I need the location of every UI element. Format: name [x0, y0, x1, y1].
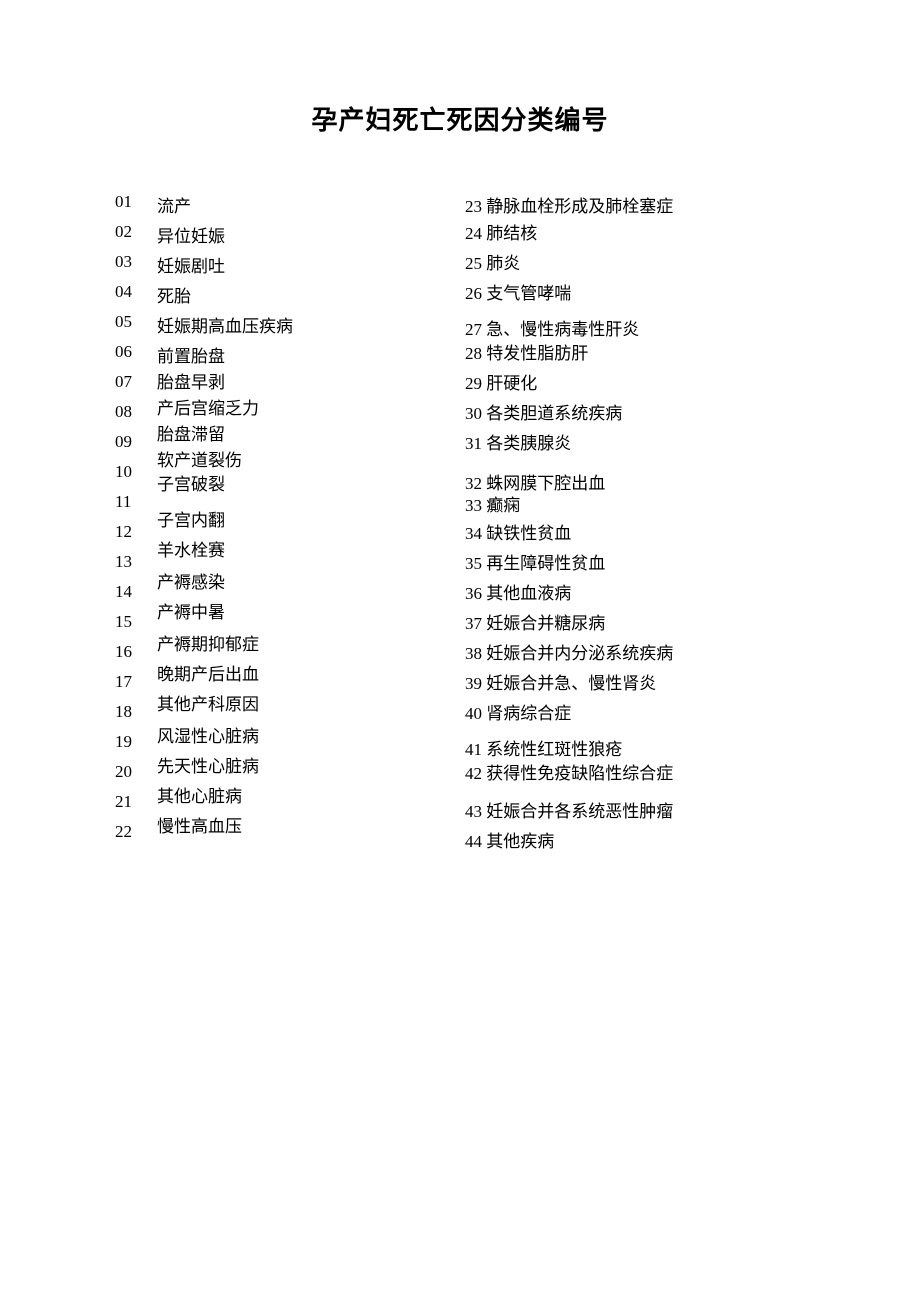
list-item: 29 肝硬化	[465, 369, 805, 399]
item-number: 18	[115, 702, 157, 732]
item-number: 14	[115, 582, 157, 612]
item-label: 胎盘滞留	[157, 420, 293, 446]
item-number: 12	[115, 522, 157, 552]
item-label: 羊水栓赛	[157, 530, 293, 560]
item-number: 10	[115, 462, 157, 492]
item-number: 16	[115, 642, 157, 672]
list-item: 40 肾病综合症	[465, 699, 805, 735]
item-label: 异位妊娠	[157, 222, 293, 252]
item-label: 流产	[157, 192, 293, 222]
list-item: 36 其他血液病	[465, 579, 805, 609]
item-label: 子宫内翻	[157, 500, 293, 530]
item-number: 04	[115, 282, 157, 312]
item-number: 03	[115, 252, 157, 282]
list-item: 44 其他疾病	[465, 827, 805, 857]
item-label: 软产道裂伤	[157, 446, 293, 470]
item-number: 02	[115, 222, 157, 252]
item-number: 08	[115, 402, 157, 432]
item-label: 产褥期抑郁症	[157, 620, 293, 650]
item-label: 产褥感染	[157, 560, 293, 590]
document-page: 孕产妇死亡死因分类编号 01 02 03 04 05 06 07 08 09 1…	[0, 0, 920, 857]
item-number: 20	[115, 762, 157, 792]
list-item: 37 妊娠合并糖尿病	[465, 609, 805, 639]
list-item: 34 缺铁性贫血	[465, 519, 805, 549]
list-item: 35 再生障碍性贫血	[465, 549, 805, 579]
item-number: 01	[115, 192, 157, 222]
list-item: 30 各类胆道系统疾病	[465, 399, 805, 429]
item-label: 前置胎盘	[157, 342, 293, 368]
item-label: 产褥中暑	[157, 590, 293, 620]
item-number: 15	[115, 612, 157, 642]
list-item: 38 妊娠合并内分泌系统疾病	[465, 639, 805, 669]
left-label-column: 流产 异位妊娠 妊娠剧吐 死胎 妊娠期高血压疾病 前置胎盘 胎盘早剥 产后宫缩乏…	[157, 192, 293, 852]
item-number: 09	[115, 432, 157, 462]
item-number: 22	[115, 822, 157, 852]
list-item: 42 获得性免疫缺陷性综合症	[465, 759, 805, 797]
item-number: 11	[115, 492, 157, 522]
list-item: 23 静脉血栓形成及肺栓塞症	[465, 192, 805, 219]
list-item: 33 癫痫	[465, 491, 805, 519]
list-item: 24 肺结核	[465, 219, 805, 249]
left-number-column: 01 02 03 04 05 06 07 08 09 10 11 12 13 1…	[115, 192, 157, 852]
left-column: 01 02 03 04 05 06 07 08 09 10 11 12 13 1…	[115, 192, 445, 857]
item-number: 06	[115, 342, 157, 372]
item-label: 胎盘早剥	[157, 368, 293, 394]
list-item: 43 妊娠合并各系统恶性肿瘤	[465, 797, 805, 827]
item-number: 07	[115, 372, 157, 402]
item-label: 子宫破裂	[157, 470, 293, 500]
list-item: 26 支气管哮喘	[465, 279, 805, 315]
item-label: 妊娠剧吐	[157, 252, 293, 282]
list-item: 27 急、慢性病毒性肝炎	[465, 315, 805, 339]
page-title: 孕产妇死亡死因分类编号	[115, 100, 805, 137]
item-number: 13	[115, 552, 157, 582]
list-item: 31 各类胰腺炎	[465, 429, 805, 469]
right-column: 23 静脉血栓形成及肺栓塞症 24 肺结核 25 肺炎 26 支气管哮喘 27 …	[465, 192, 805, 857]
item-number: 19	[115, 732, 157, 762]
two-column-layout: 01 02 03 04 05 06 07 08 09 10 11 12 13 1…	[115, 192, 805, 857]
list-item: 32 蛛网膜下腔出血	[465, 469, 805, 491]
item-number: 05	[115, 312, 157, 342]
list-item: 28 特发性脂肪肝	[465, 339, 805, 369]
item-label: 妊娠期高血压疾病	[157, 312, 293, 342]
list-item: 39 妊娠合并急、慢性肾炎	[465, 669, 805, 699]
list-item: 41 系统性红斑性狼疮	[465, 735, 805, 759]
list-item: 25 肺炎	[465, 249, 805, 279]
item-number: 17	[115, 672, 157, 702]
item-label: 死胎	[157, 282, 293, 312]
item-number: 21	[115, 792, 157, 822]
item-label: 产后宫缩乏力	[157, 394, 293, 420]
